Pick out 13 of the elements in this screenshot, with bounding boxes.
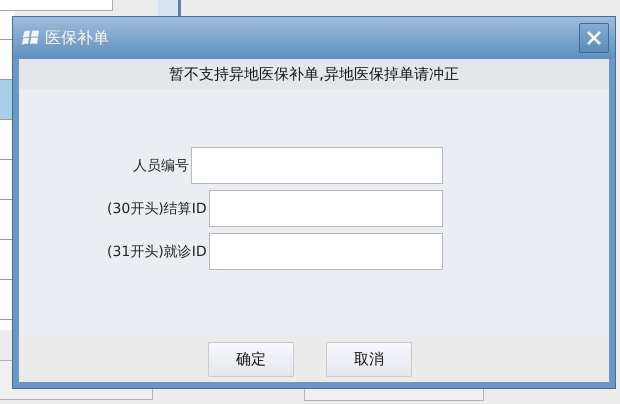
close-button[interactable] [579,23,609,53]
notice-text: 暂不支持异地医保补单,异地医保掉单请冲正 [19,59,609,89]
field-label: 人员编号 [133,156,189,174]
close-icon [585,29,603,47]
dialog-button[interactable]: 确定 [208,342,294,376]
dialog-button[interactable]: 取消 [326,342,412,376]
field-label: (30开头)结算ID [107,200,207,218]
field-label: (31开头)就诊ID [107,242,207,260]
input-field[interactable] [208,190,443,227]
input-field[interactable] [191,147,443,184]
input-field[interactable] [208,233,443,270]
window-title: 医保补单 [45,28,110,48]
window-logo-icon [21,29,41,47]
